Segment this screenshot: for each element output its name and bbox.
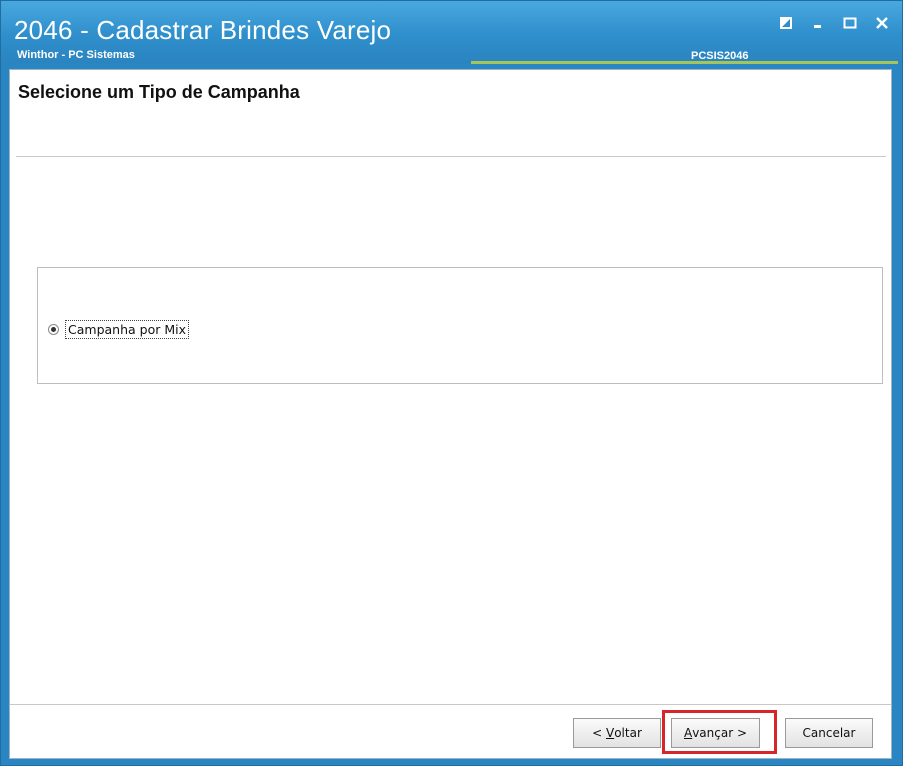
minimize-icon[interactable] — [810, 15, 826, 31]
footer-divider — [10, 704, 891, 705]
close-icon[interactable] — [874, 15, 890, 31]
window-title: 2046 - Cadastrar Brindes Varejo — [14, 15, 392, 45]
radio-button[interactable] — [48, 324, 59, 335]
wizard-panel: Selecione um Tipo de Campanha Campanha p… — [9, 69, 892, 759]
maximize-icon[interactable] — [842, 15, 858, 31]
header-divider — [16, 156, 886, 157]
title-accent-line — [471, 61, 898, 64]
app-window: 2046 - Cadastrar Brindes Varejo Winthor … — [0, 0, 903, 766]
campaign-type-group: Campanha por Mix — [37, 267, 883, 384]
radio-selected-dot — [51, 327, 56, 332]
window-subtitle: Winthor - PC Sistemas — [17, 49, 135, 61]
title-bar[interactable]: 2046 - Cadastrar Brindes Varejo Winthor … — [1, 1, 902, 64]
back-button-mnemonic: V — [605, 726, 615, 740]
back-button-prefix: < — [592, 726, 606, 740]
back-button-label: oltar — [614, 726, 642, 740]
cancel-button[interactable]: Cancelar — [785, 718, 873, 748]
page-title: Selecione um Tipo de Campanha — [18, 82, 300, 102]
restore-icon[interactable] — [778, 15, 794, 31]
radio-label: Campanha por Mix — [65, 320, 189, 339]
radio-campanha-mix[interactable]: Campanha por Mix — [48, 320, 189, 339]
next-button[interactable]: Avançar > — [671, 718, 760, 748]
next-button-label: vançar > — [692, 726, 748, 740]
back-button[interactable]: < Voltar — [573, 718, 661, 748]
window-controls — [778, 15, 890, 31]
next-button-mnemonic: A — [683, 726, 693, 740]
